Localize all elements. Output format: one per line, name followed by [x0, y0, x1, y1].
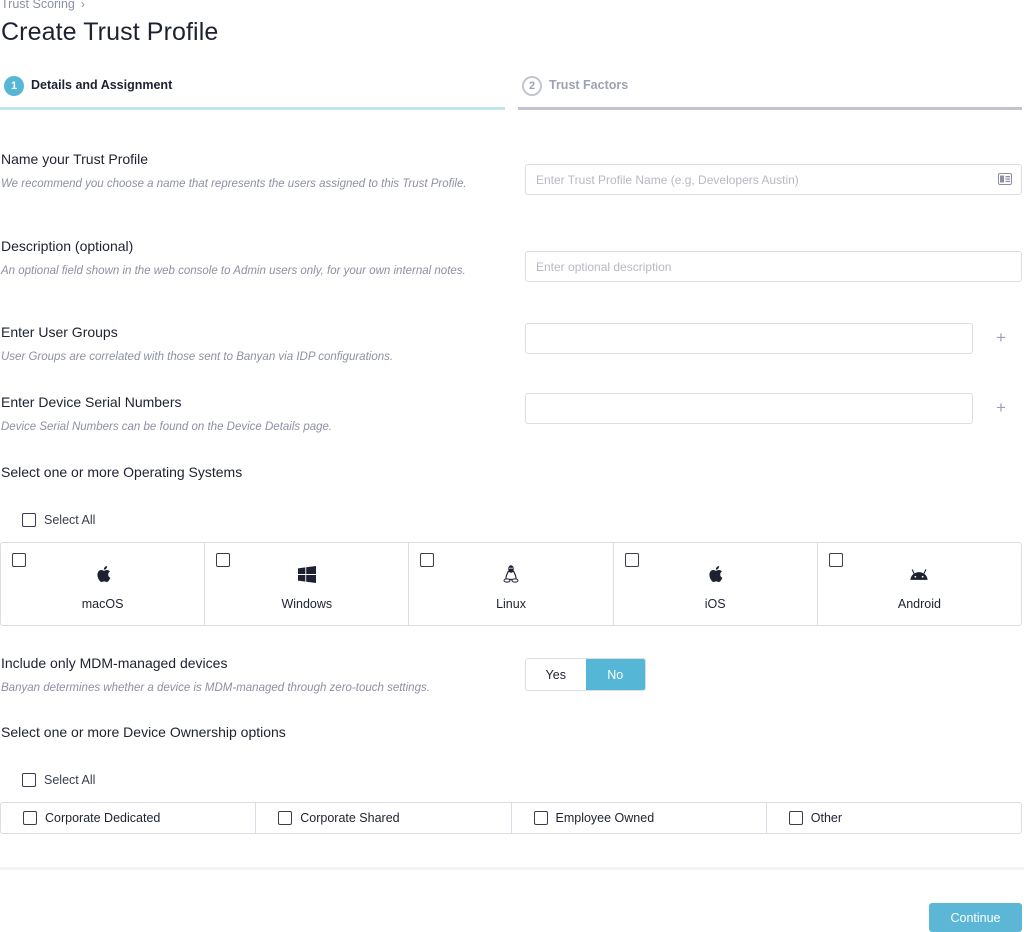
ownership-option-other[interactable]: Other: [767, 803, 1021, 833]
add-user-group-button[interactable]: +: [992, 328, 1010, 347]
add-serial-number-button[interactable]: +: [992, 398, 1010, 417]
name-help: We recommend you choose a name that repr…: [1, 178, 467, 190]
os-option-android[interactable]: Android: [818, 543, 1021, 625]
select-all-label: Select All: [44, 773, 96, 787]
checkbox[interactable]: [216, 553, 231, 567]
trust-profile-name-input[interactable]: [525, 164, 1022, 195]
checkbox[interactable]: [624, 553, 639, 567]
footer-divider: [0, 867, 1024, 870]
checkbox[interactable]: [23, 811, 37, 825]
serial-numbers-input[interactable]: [525, 393, 973, 424]
contact-card-icon: [998, 173, 1012, 185]
checkbox[interactable]: [788, 811, 803, 825]
step-progress-bar: [518, 107, 1022, 110]
page-title: Create Trust Profile: [1, 18, 219, 46]
user-groups-input[interactable]: [525, 323, 973, 354]
checkbox[interactable]: [533, 811, 548, 825]
mdm-yes-option[interactable]: Yes: [526, 659, 586, 690]
os-option-macos[interactable]: macOS: [1, 543, 206, 625]
serial-numbers-help: Device Serial Numbers can be found on th…: [1, 421, 333, 433]
breadcrumb-link-trust-scoring[interactable]: Trust Scoring: [1, 0, 75, 11]
mdm-help: Banyan determines whether a device is MD…: [1, 682, 430, 694]
apple-icon: [93, 564, 113, 584]
linux-tux-icon: [501, 564, 521, 584]
windows-icon: [297, 564, 317, 584]
ownership-select-all-checkbox[interactable]: Select All: [22, 773, 95, 787]
ownership-label: Corporate Dedicated: [45, 811, 161, 825]
android-icon: [909, 564, 929, 584]
mdm-label: Include only MDM-managed devices: [1, 655, 228, 671]
plus-icon: +: [996, 328, 1006, 347]
os-select-all-checkbox[interactable]: Select All: [22, 513, 95, 527]
ownership-label: Employee Owned: [555, 811, 655, 825]
checkbox[interactable]: [278, 811, 293, 825]
ownership-label: Other: [810, 811, 843, 825]
chevron-right-icon: ›: [80, 0, 85, 11]
breadcrumb: Trust Scoring ›: [1, 0, 85, 11]
os-option-ios[interactable]: iOS: [614, 543, 818, 625]
name-label: Name your Trust Profile: [1, 151, 149, 167]
step-number-badge: 2: [522, 76, 542, 96]
ownership-label: Corporate Shared: [300, 811, 400, 825]
description-label: Description (optional): [1, 238, 134, 254]
description-help: An optional field shown in the web conso…: [1, 265, 466, 277]
os-name: Linux: [496, 597, 526, 611]
os-name: iOS: [704, 597, 726, 611]
checkbox[interactable]: [12, 553, 26, 567]
step-progress-bar: [0, 107, 505, 110]
checkbox[interactable]: [22, 773, 36, 787]
os-option-linux[interactable]: Linux: [409, 543, 614, 625]
step-label: Trust Factors: [549, 78, 629, 92]
mdm-no-option[interactable]: No: [585, 659, 645, 690]
os-name: macOS: [81, 597, 124, 611]
apple-icon: [705, 564, 725, 584]
os-option-windows[interactable]: Windows: [205, 543, 410, 625]
mdm-toggle: Yes No: [525, 658, 646, 691]
checkbox[interactable]: [828, 553, 843, 567]
ownership-title: Select one or more Device Ownership opti…: [1, 724, 286, 740]
ownership-options-grid: Corporate Dedicated Corporate Shared Emp…: [0, 802, 1022, 834]
step-number-badge: 1: [4, 76, 24, 96]
user-groups-label: Enter User Groups: [1, 324, 118, 340]
os-name: Android: [897, 597, 941, 611]
step-label: Details and Assignment: [31, 78, 173, 92]
ownership-option-corporate-dedicated[interactable]: Corporate Dedicated: [1, 803, 257, 833]
user-groups-help: User Groups are correlated with those se…: [1, 351, 394, 363]
os-options-grid: macOS Windows Linux iOS Android: [0, 542, 1022, 626]
ownership-option-corporate-shared[interactable]: Corporate Shared: [256, 803, 512, 833]
continue-button[interactable]: Continue: [929, 903, 1022, 932]
checkbox[interactable]: [420, 553, 435, 567]
plus-icon: +: [996, 398, 1006, 417]
os-name: Windows: [281, 597, 333, 611]
checkbox[interactable]: [22, 513, 36, 527]
operating-systems-title: Select one or more Operating Systems: [1, 464, 243, 480]
select-all-label: Select All: [44, 513, 96, 527]
stepper: 1 Details and Assignment 2 Trust Factors: [0, 72, 1024, 112]
step-trust-factors[interactable]: 2 Trust Factors: [518, 72, 1022, 110]
step-details-and-assignment[interactable]: 1 Details and Assignment: [0, 72, 505, 110]
description-input[interactable]: [525, 251, 1022, 282]
serial-numbers-label: Enter Device Serial Numbers: [1, 394, 182, 410]
ownership-option-employee-owned[interactable]: Employee Owned: [512, 803, 767, 833]
